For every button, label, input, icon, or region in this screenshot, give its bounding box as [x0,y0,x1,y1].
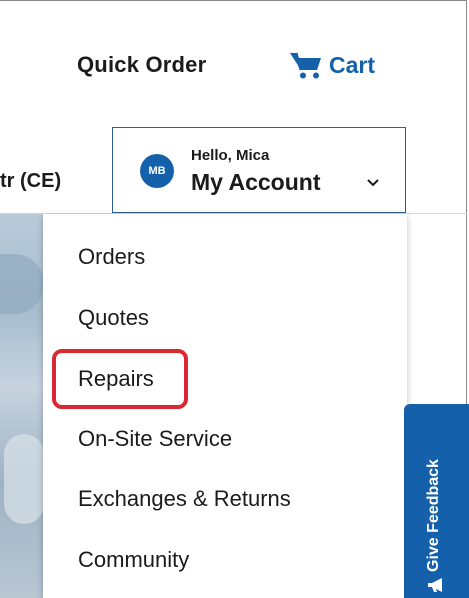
cart-label: Cart [329,51,376,78]
megaphone-icon [428,578,442,592]
menu-item-repairs[interactable]: Repairs [78,366,154,392]
menu-item-orders[interactable]: Orders [78,244,145,270]
chevron-down-icon [367,179,379,187]
avatar: MB [140,154,174,188]
account-greeting: Hello, Mica [191,147,270,164]
store-selector-fragment[interactable]: tr (CE) [0,170,61,193]
cart-link[interactable]: Cart [289,50,375,80]
menu-item-on-site-service[interactable]: On-Site Service [78,426,232,452]
menu-item-quotes[interactable]: Quotes [78,305,149,331]
cart-icon [290,52,321,79]
menu-item-exchanges-returns[interactable]: Exchanges & Returns [78,486,291,512]
my-account-button[interactable]: MB Hello, Mica My Account [112,127,406,213]
menu-item-community[interactable]: Community [78,547,189,573]
give-feedback-tab[interactable]: Give Feedback [404,404,469,598]
account-dropdown-menu: Orders Quotes Repairs On-Site Service Ex… [43,214,407,598]
give-feedback-label: Give Feedback [425,459,442,572]
background-photo [0,214,44,598]
quick-order-link[interactable]: Quick Order [77,52,206,78]
my-account-label: My Account [191,169,321,195]
